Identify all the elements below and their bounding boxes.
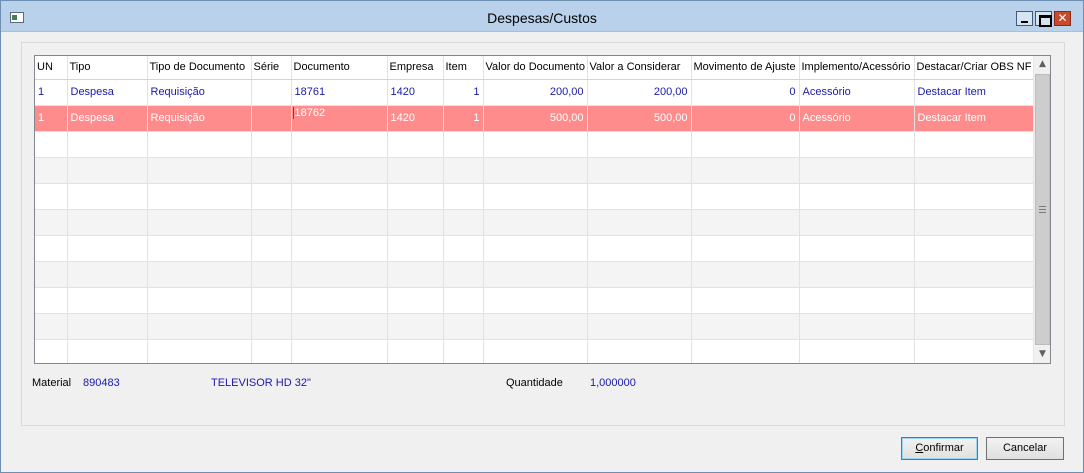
- cell-item[interactable]: 1: [443, 105, 484, 132]
- column-header[interactable]: UN: [35, 56, 68, 80]
- cell-tipo-documento[interactable]: Requisição: [147, 79, 252, 106]
- cell-movimento-ajuste[interactable]: 0: [691, 79, 800, 106]
- despesas-grid[interactable]: UN Tipo Tipo de Documento Série Document…: [34, 55, 1051, 364]
- minimize-icon[interactable]: [1016, 11, 1033, 26]
- cell-destacar-obs[interactable]: Destacar Item: [914, 105, 1035, 132]
- grid-header-row: UN Tipo Tipo de Documento Série Document…: [35, 56, 1035, 80]
- scroll-down-icon[interactable]: ▼: [1034, 346, 1050, 363]
- column-header[interactable]: Série: [251, 56, 292, 80]
- column-header[interactable]: Documento: [291, 56, 388, 80]
- scroll-up-icon[interactable]: ▲: [1034, 56, 1050, 73]
- cell-documento-editor[interactable]: 18762: [291, 105, 388, 132]
- cell-valor-documento[interactable]: 200,00: [483, 79, 588, 106]
- empty-row: [35, 261, 1035, 288]
- cell-empresa[interactable]: 1420: [387, 79, 444, 106]
- close-icon[interactable]: ✕: [1054, 11, 1071, 26]
- column-header[interactable]: Valor a Considerar: [587, 56, 692, 80]
- column-header[interactable]: Item: [443, 56, 484, 80]
- cell-movimento-ajuste[interactable]: 0: [691, 105, 800, 132]
- cell-tipo[interactable]: Despesa: [67, 105, 148, 132]
- column-header[interactable]: Empresa: [387, 56, 444, 80]
- cell-documento[interactable]: 18761: [291, 79, 388, 106]
- cell-implemento-acessorio[interactable]: Acessório: [799, 105, 915, 132]
- material-code: 890483: [83, 377, 120, 389]
- column-header[interactable]: Tipo de Documento: [147, 56, 252, 80]
- grid-table: UN Tipo Tipo de Documento Série Document…: [35, 56, 1035, 363]
- confirm-button[interactable]: Confirmar: [901, 437, 978, 460]
- cell-valor-documento[interactable]: 500,00: [483, 105, 588, 132]
- cell-item[interactable]: 1: [443, 79, 484, 106]
- title-bar: Despesas/Custos ✕: [1, 1, 1083, 32]
- material-label: Material: [32, 377, 72, 389]
- cell-empresa[interactable]: 1420: [387, 105, 444, 132]
- cancel-button[interactable]: Cancelar: [986, 437, 1064, 460]
- quantidade-label: Quantidade: [506, 377, 563, 389]
- confirm-label: onfirmar: [923, 442, 964, 454]
- cell-tipo-documento[interactable]: Requisição: [147, 105, 252, 132]
- scroll-thumb[interactable]: [1035, 74, 1050, 345]
- column-header[interactable]: Implemento/Acessório: [799, 56, 915, 80]
- cell-tipo[interactable]: Despesa: [67, 79, 148, 106]
- column-header[interactable]: Valor do Documento: [483, 56, 588, 80]
- empty-row: [35, 209, 1035, 236]
- table-row-selected[interactable]: 1 Despesa Requisição 18762 1420 1 500,00…: [35, 105, 1035, 132]
- maximize-icon[interactable]: [1035, 11, 1052, 27]
- cell-implemento-acessorio[interactable]: Acessório: [799, 79, 915, 106]
- column-header[interactable]: Tipo: [67, 56, 148, 80]
- empty-row: [35, 287, 1035, 314]
- cell-serie[interactable]: [251, 105, 292, 132]
- empty-row: [35, 313, 1035, 340]
- grip-icon: [1039, 206, 1046, 213]
- despesas-custos-window: Despesas/Custos ✕ UN Tipo Tipo de Docume…: [0, 0, 1084, 473]
- quantidade-value: 1,000000: [590, 377, 636, 389]
- table-row[interactable]: 1 Despesa Requisição 18761 1420 1 200,00…: [35, 79, 1035, 106]
- empty-row: [35, 157, 1035, 184]
- cell-valor-considerar[interactable]: 500,00: [587, 105, 692, 132]
- material-description: TELEVISOR HD 32": [211, 377, 311, 389]
- window-title: Despesas/Custos: [487, 10, 597, 26]
- cell-un[interactable]: 1: [35, 79, 68, 106]
- vertical-scrollbar[interactable]: ▲ ▼: [1033, 56, 1050, 363]
- empty-row: [35, 339, 1035, 363]
- cell-valor-considerar[interactable]: 200,00: [587, 79, 692, 106]
- empty-row: [35, 235, 1035, 262]
- cell-un[interactable]: 1: [35, 105, 68, 132]
- column-header[interactable]: Destacar/Criar OBS NF: [914, 56, 1035, 80]
- cell-serie[interactable]: [251, 79, 292, 106]
- documento-edit-text[interactable]: 18762: [292, 107, 386, 119]
- cell-destacar-obs[interactable]: Destacar Item: [914, 79, 1035, 106]
- empty-row: [35, 183, 1035, 210]
- empty-row: [35, 131, 1035, 158]
- column-header[interactable]: Movimento de Ajuste: [691, 56, 800, 80]
